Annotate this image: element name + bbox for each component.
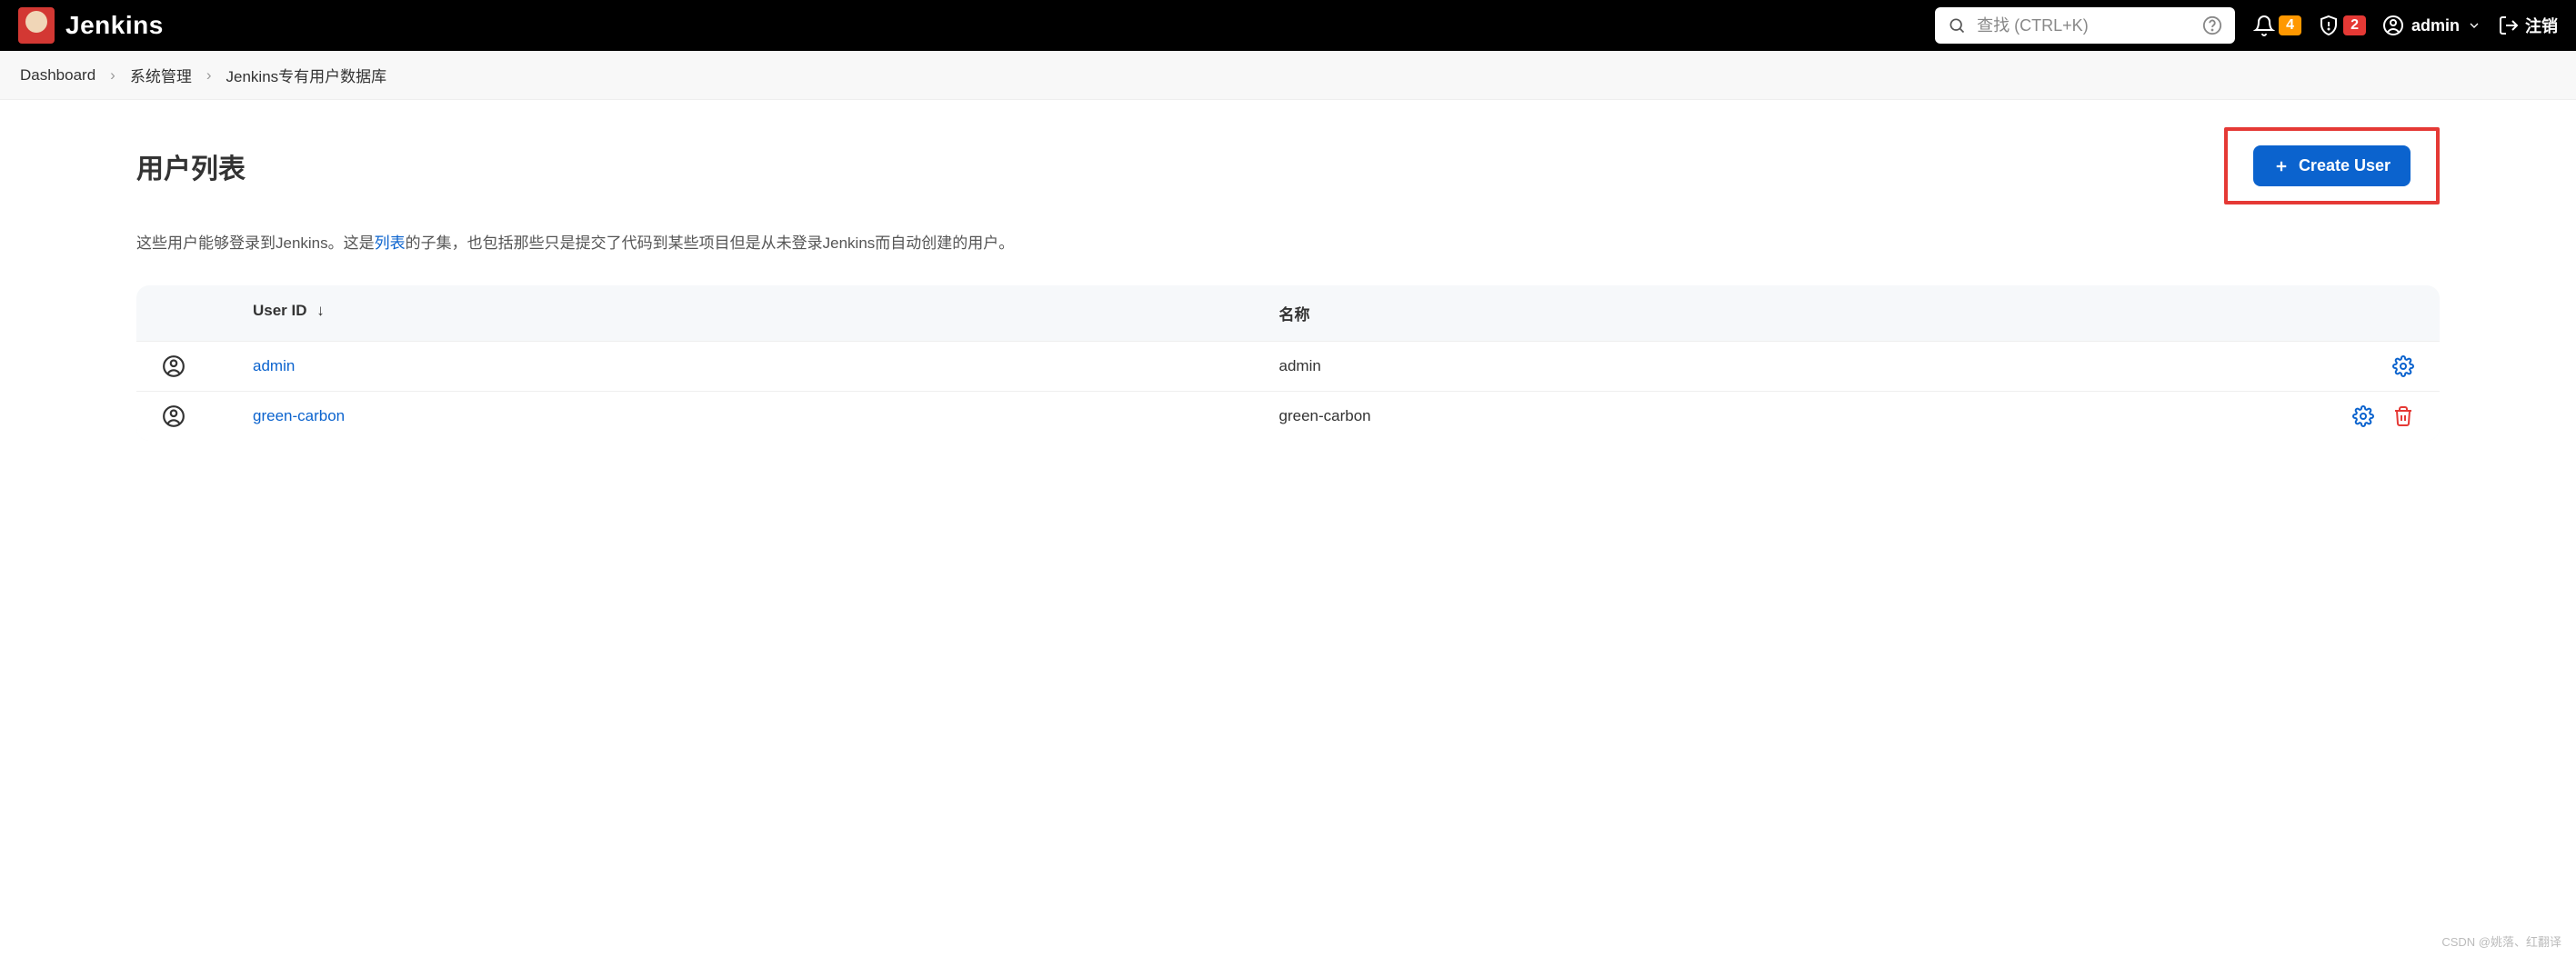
logout-button[interactable]: 注销 [2498, 14, 2558, 37]
bell-icon [2253, 15, 2275, 36]
plus-icon [2273, 158, 2290, 174]
user-id-link[interactable]: green-carbon [253, 407, 1279, 425]
chevron-right-icon: › [206, 66, 212, 85]
table-row: green-carbongreen-carbon [136, 391, 2440, 441]
top-header: Jenkins 4 2 admin 注销 [0, 0, 2576, 51]
list-link[interactable]: 列表 [375, 234, 406, 252]
chevron-right-icon: › [110, 66, 115, 85]
search-input[interactable] [1977, 16, 2191, 35]
user-id-link[interactable]: admin [253, 357, 1279, 375]
user-icon [162, 404, 253, 428]
search-icon [1948, 16, 1966, 35]
brand-text: Jenkins [65, 11, 164, 40]
configure-user-button[interactable] [2392, 355, 2414, 377]
help-icon[interactable] [2202, 15, 2222, 35]
user-icon [2382, 15, 2404, 36]
page-title: 用户列表 [136, 146, 246, 186]
logout-label: 注销 [2525, 14, 2558, 37]
delete-user-button[interactable] [2392, 405, 2414, 427]
create-highlight-box: Create User [2224, 127, 2440, 204]
logo-area[interactable]: Jenkins [18, 7, 164, 44]
breadcrumb-item[interactable]: Jenkins专有用户数据库 [226, 64, 387, 86]
logout-icon [2498, 15, 2520, 36]
chevron-down-icon [2467, 18, 2481, 33]
alert-badge: 2 [2343, 15, 2366, 35]
breadcrumb-item[interactable]: Dashboard [20, 66, 95, 85]
security-alerts-button[interactable]: 2 [2318, 15, 2366, 36]
jenkins-logo-icon [18, 7, 55, 44]
user-label: admin [2411, 16, 2460, 35]
create-user-label: Create User [2299, 156, 2391, 175]
watermark: CSDN @姚落、红翻译 [2441, 932, 2561, 950]
header-actions: 4 2 admin 注销 [2253, 14, 2558, 37]
notifications-button[interactable]: 4 [2253, 15, 2301, 36]
page-description: 这些用户能够登录到Jenkins。这是列表的子集，也包括那些只是提交了代码到某些… [136, 230, 2440, 253]
shield-icon [2318, 15, 2340, 36]
main-content: 用户列表 Create User 这些用户能够登录到Jenkins。这是列表的子… [0, 100, 2576, 477]
configure-user-button[interactable] [2352, 405, 2374, 427]
table-row: adminadmin [136, 341, 2440, 391]
user-icon [162, 354, 253, 378]
search-box[interactable] [1935, 7, 2235, 44]
create-user-button[interactable]: Create User [2253, 145, 2411, 186]
breadcrumb: Dashboard › 系统管理 › Jenkins专有用户数据库 [0, 51, 2576, 100]
user-name: green-carbon [1279, 407, 2306, 425]
sort-indicator: ↓ [316, 302, 325, 319]
user-menu[interactable]: admin [2382, 15, 2481, 36]
col-userid[interactable]: User ID ↓ [253, 302, 1279, 324]
col-name[interactable]: 名称 [1279, 302, 2306, 324]
page-head: 用户列表 Create User [136, 127, 2440, 204]
table-header: User ID ↓ 名称 [136, 285, 2440, 341]
user-name: admin [1279, 357, 2306, 375]
notif-badge: 4 [2279, 15, 2301, 35]
breadcrumb-item[interactable]: 系统管理 [130, 64, 192, 86]
users-table: User ID ↓ 名称 adminadmingreen-carbongreen… [136, 285, 2440, 441]
